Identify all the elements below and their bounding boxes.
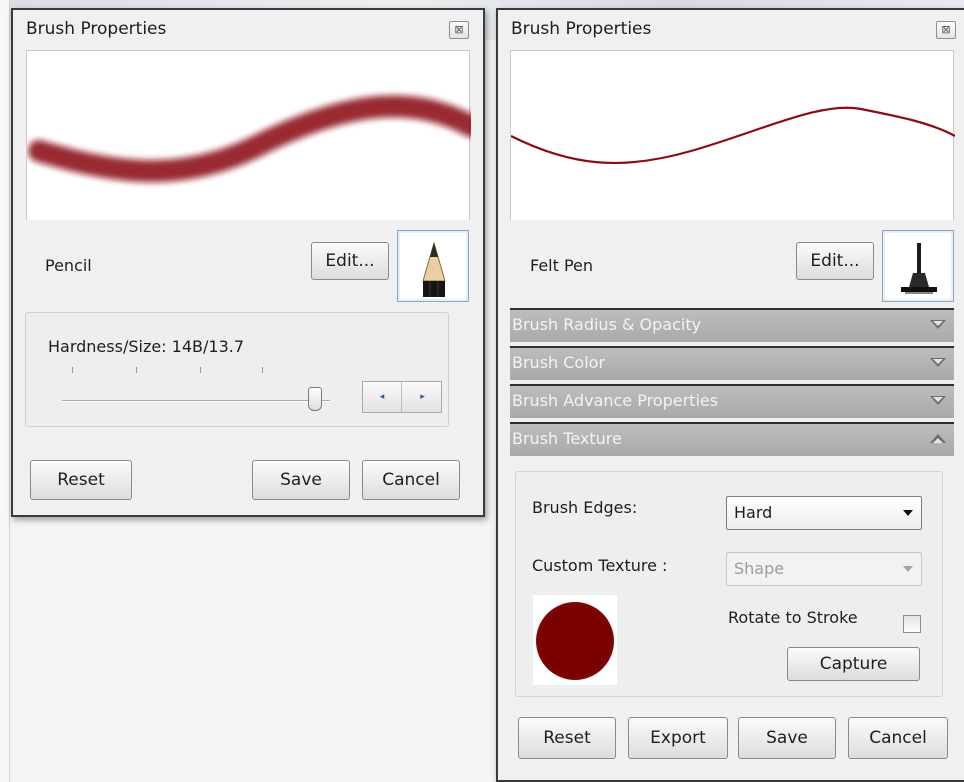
export-button[interactable]: Export [628, 717, 728, 759]
rotate-to-stroke-label: Rotate to Stroke [728, 608, 858, 627]
pencil-icon [422, 241, 446, 297]
slider-tick [262, 367, 263, 373]
background-window-edge [0, 0, 10, 782]
brush-properties-window-pencil: Brush Properties ⊠ Pencil Edit... [11, 8, 485, 517]
brush-edges-select[interactable]: Hard [726, 496, 922, 530]
chevron-up-icon-inner [933, 438, 943, 443]
section-label: Brush Advance Properties [512, 391, 719, 410]
close-button[interactable]: ⊠ [936, 21, 956, 39]
section-brush-texture[interactable]: Brush Texture [510, 422, 954, 456]
custom-texture-select[interactable]: Shape [726, 552, 922, 586]
brush-icon-button[interactable] [397, 230, 469, 302]
close-button[interactable]: ⊠ [449, 21, 469, 39]
brush-edges-value: Hard [734, 503, 773, 522]
brush-name: Felt Pen [530, 256, 594, 275]
brush-stroke-preview [511, 106, 955, 165]
cancel-button[interactable]: Cancel [362, 460, 460, 500]
stepper-left-icon[interactable]: ◂ [363, 382, 402, 412]
brush-tip-preview [536, 602, 614, 680]
titlebar[interactable]: Brush Properties ⊠ [498, 10, 964, 50]
section-label: Brush Color [512, 353, 606, 372]
reset-button[interactable]: Reset [30, 460, 132, 500]
chevron-down-icon-inner [933, 321, 943, 326]
hardness-size-slider-thumb[interactable] [308, 387, 322, 411]
hardness-size-slider-track[interactable] [62, 400, 330, 402]
titlebar[interactable]: Brush Properties ⊠ [13, 10, 483, 50]
dropdown-arrow-icon [903, 566, 913, 572]
hardness-size-stepper[interactable]: ◂ ▸ [362, 381, 442, 413]
rotate-to-stroke-checkbox[interactable] [903, 615, 921, 633]
custom-texture-label: Custom Texture : [532, 556, 668, 575]
custom-texture-value: Shape [734, 559, 785, 578]
brush-name: Pencil [45, 256, 92, 275]
window-title: Brush Properties [26, 19, 167, 39]
save-button[interactable]: Save [252, 460, 350, 500]
stroke-preview [26, 50, 471, 220]
hardness-size-label: Hardness/Size: 14B/13.7 [48, 337, 245, 356]
brush-properties-window-felt-pen: Brush Properties ⊠ Felt Pen Edit... Brus… [496, 8, 964, 782]
slider-tick [136, 367, 137, 373]
brush-stroke-preview [28, 95, 471, 183]
stepper-right-icon[interactable]: ▸ [403, 382, 442, 412]
felt-pen-icon [901, 243, 937, 294]
save-button[interactable]: Save [738, 717, 836, 759]
brush-icon-button[interactable] [882, 230, 954, 302]
window-title: Brush Properties [511, 19, 652, 39]
slider-tick [200, 367, 201, 373]
section-label: Brush Texture [512, 429, 622, 448]
chevron-down-icon-inner [933, 359, 943, 364]
stroke-preview [510, 50, 955, 220]
chevron-down-icon-inner [933, 397, 943, 402]
section-label: Brush Radius & Opacity [512, 315, 702, 334]
cancel-button[interactable]: Cancel [848, 717, 948, 759]
brush-edges-label: Brush Edges: [532, 498, 638, 517]
texture-swatch[interactable] [533, 595, 617, 685]
section-brush-radius-opacity[interactable]: Brush Radius & Opacity [510, 308, 954, 342]
edit-button[interactable]: Edit... [311, 242, 389, 280]
section-brush-advance-properties[interactable]: Brush Advance Properties [510, 384, 954, 418]
section-brush-color[interactable]: Brush Color [510, 346, 954, 380]
reset-button[interactable]: Reset [518, 717, 616, 759]
capture-button[interactable]: Capture [787, 647, 920, 681]
slider-tick [72, 367, 73, 373]
edit-button[interactable]: Edit... [796, 242, 874, 280]
dropdown-arrow-icon [903, 510, 913, 516]
